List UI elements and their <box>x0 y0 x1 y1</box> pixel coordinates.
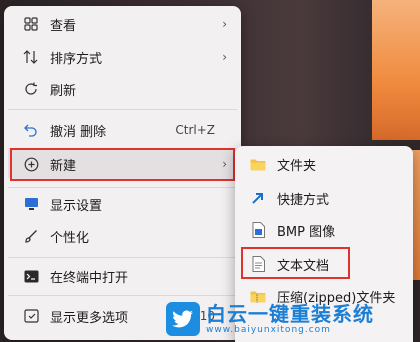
submenu-item-label: BMP 图像 <box>277 224 336 240</box>
submenu-item-folder[interactable]: 文件夹 <box>241 148 407 180</box>
menu-item-label: 在终端中打开 <box>50 270 129 286</box>
brush-icon <box>22 227 40 245</box>
chevron-right-icon: › <box>222 50 227 64</box>
menu-item-label: 个性化 <box>50 230 90 246</box>
display-icon <box>22 195 40 213</box>
menu-item-label: 显示更多选项 <box>50 310 129 326</box>
shortcut-hint: Ctrl+Z <box>175 123 215 137</box>
bird-logo-icon <box>166 302 200 336</box>
menu-item-display-settings[interactable]: 显示设置 <box>8 188 237 220</box>
menu-item-refresh[interactable]: 刷新 <box>8 73 237 105</box>
undo-icon <box>22 121 40 139</box>
menu-item-view[interactable]: 查看 › <box>8 8 237 40</box>
shortcut-arrow-icon <box>249 189 267 207</box>
watermark-url: www.baiyunxitong.com <box>206 325 331 335</box>
menu-item-open-in-terminal[interactable]: 在终端中打开 <box>8 260 237 292</box>
watermark-title: 白云一键重装系统 <box>206 302 374 326</box>
menu-item-sort[interactable]: 排序方式 › <box>8 41 237 73</box>
context-menu: 查看 › 排序方式 › 刷新 撤消 删除 Ctrl+Z 新建 › 显示设置 个性… <box>4 6 241 340</box>
menu-item-personalize[interactable]: 个性化 <box>8 220 237 252</box>
sort-icon <box>22 48 40 66</box>
bmp-image-icon <box>249 221 267 239</box>
menu-separator <box>8 257 237 258</box>
menu-item-label: 显示设置 <box>50 198 103 214</box>
highlight-box-new <box>10 148 235 181</box>
folder-icon <box>249 155 267 173</box>
desktop-wallpaper-glow <box>372 0 420 140</box>
more-options-icon <box>22 307 40 325</box>
submenu-item-label: 快捷方式 <box>277 192 330 208</box>
menu-item-label: 排序方式 <box>50 51 103 67</box>
menu-item-label: 刷新 <box>50 83 77 99</box>
grid-icon <box>22 15 40 33</box>
terminal-icon <box>22 267 40 285</box>
submenu-item-bmp-image[interactable]: BMP 图像 <box>241 214 407 246</box>
submenu-item-label: 文件夹 <box>277 158 317 174</box>
refresh-icon <box>22 80 40 98</box>
submenu-item-shortcut[interactable]: 快捷方式 <box>241 182 407 214</box>
menu-item-label: 撤消 删除 <box>50 124 107 140</box>
menu-item-label: 查看 <box>50 18 77 34</box>
watermark-logo: 白云一键重装系统 www.baiyunxitong.com <box>166 296 420 342</box>
menu-separator <box>8 109 237 110</box>
chevron-right-icon: › <box>222 17 227 31</box>
menu-item-undo-delete[interactable]: 撤消 删除 Ctrl+Z <box>8 114 237 146</box>
highlight-box-text-document <box>241 247 350 279</box>
